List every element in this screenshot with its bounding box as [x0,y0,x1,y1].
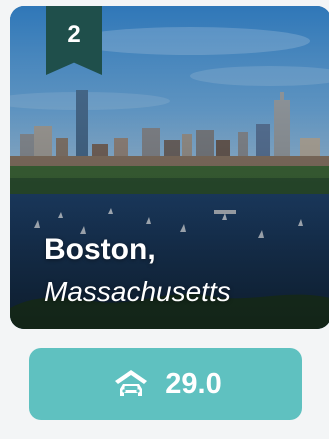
car-icon [115,370,148,396]
city-photo: 2 Boston, Massachusetts [10,6,329,329]
city-name: Boston, [44,233,156,266]
city-card[interactable]: 2 Boston, Massachusetts 29.0 [0,0,329,439]
score-value: 29.0 [165,368,222,400]
state-name: Massachusetts [44,276,231,307]
rank-number: 2 [67,21,81,48]
commute-score-button[interactable]: 29.0 [29,348,302,420]
